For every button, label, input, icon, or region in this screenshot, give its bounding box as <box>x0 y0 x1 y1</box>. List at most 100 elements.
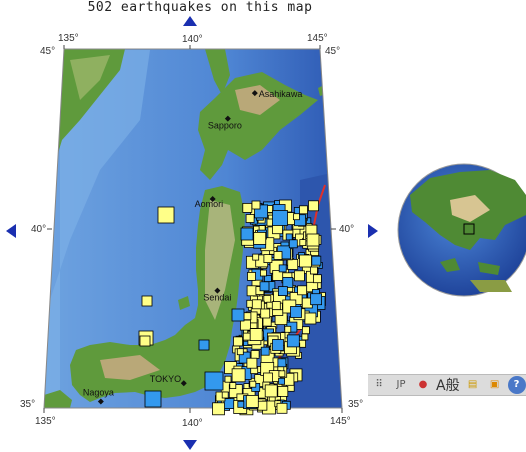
earthquake-marker[interactable] <box>231 308 245 322</box>
earthquake-marker[interactable] <box>268 370 281 383</box>
earthquake-marker[interactable] <box>284 283 294 293</box>
earthquake-marker[interactable] <box>253 225 267 239</box>
earthquake-marker[interactable] <box>275 389 287 401</box>
earthquake-marker[interactable] <box>242 332 251 341</box>
earthquake-marker[interactable] <box>309 266 318 275</box>
earthquake-marker[interactable] <box>278 377 286 385</box>
earthquake-marker[interactable] <box>251 277 263 289</box>
earthquake-marker[interactable] <box>241 232 255 246</box>
earthquake-marker[interactable] <box>249 401 258 411</box>
earthquake-marker[interactable] <box>272 300 283 311</box>
earthquake-marker[interactable] <box>311 289 320 297</box>
earthquake-marker[interactable] <box>234 400 242 408</box>
earthquake-marker[interactable] <box>248 319 259 330</box>
earthquake-marker[interactable] <box>246 402 254 410</box>
earthquake-marker[interactable] <box>244 234 259 249</box>
earthquake-marker[interactable] <box>298 339 307 348</box>
earthquake-marker[interactable] <box>215 391 226 402</box>
earthquake-marker[interactable] <box>243 334 255 347</box>
earthquake-marker[interactable] <box>308 275 322 289</box>
earthquake-marker[interactable] <box>251 200 261 210</box>
earthquake-marker[interactable] <box>248 377 259 388</box>
earthquake-marker[interactable] <box>239 319 251 331</box>
earthquake-marker[interactable] <box>259 253 272 266</box>
earthquake-marker[interactable] <box>253 235 267 249</box>
earthquake-marker[interactable] <box>242 388 256 402</box>
earthquake-marker[interactable] <box>307 262 319 274</box>
earthquake-marker[interactable] <box>247 271 256 281</box>
earthquake-marker[interactable] <box>243 360 256 373</box>
earthquake-marker[interactable] <box>281 272 293 284</box>
earthquake-marker[interactable] <box>256 294 267 305</box>
earthquake-marker[interactable] <box>265 383 275 393</box>
earthquake-marker[interactable] <box>254 261 262 269</box>
earthquake-marker[interactable] <box>248 269 256 277</box>
earthquake-marker[interactable] <box>279 199 292 213</box>
earthquake-marker[interactable] <box>144 390 162 408</box>
earthquake-marker[interactable] <box>272 223 283 235</box>
earthquake-marker[interactable] <box>307 237 320 250</box>
earthquake-marker[interactable] <box>305 232 313 239</box>
earthquake-marker[interactable] <box>278 370 286 378</box>
earthquake-marker[interactable] <box>261 248 271 258</box>
earthquake-marker[interactable] <box>295 303 307 314</box>
help-icon[interactable]: ? <box>507 376 526 394</box>
earthquake-marker[interactable] <box>274 347 284 357</box>
earthquake-marker[interactable] <box>233 392 248 407</box>
earthquake-marker[interactable] <box>288 239 298 249</box>
earthquake-marker[interactable] <box>295 335 304 344</box>
earthquake-marker[interactable] <box>198 339 210 351</box>
earthquake-marker[interactable] <box>299 205 308 215</box>
earthquake-marker[interactable] <box>271 332 286 347</box>
earthquake-marker[interactable] <box>293 206 308 221</box>
earthquake-marker[interactable] <box>277 358 287 368</box>
globe-inset[interactable] <box>397 163 526 297</box>
earthquake-marker[interactable] <box>226 362 237 373</box>
earthquake-marker[interactable] <box>236 348 244 356</box>
earthquake-marker[interactable] <box>284 341 297 355</box>
earthquake-marker[interactable] <box>298 293 308 302</box>
earthquake-marker[interactable] <box>263 372 273 383</box>
earthquake-marker[interactable] <box>293 308 306 321</box>
earthquake-marker[interactable] <box>305 270 318 283</box>
earthquake-marker[interactable] <box>264 204 275 216</box>
earthquake-marker[interactable] <box>282 229 294 241</box>
earthquake-marker[interactable] <box>261 227 274 240</box>
earthquake-marker[interactable] <box>291 346 301 356</box>
earthquake-marker[interactable] <box>245 214 255 223</box>
earthquake-marker[interactable] <box>277 245 292 260</box>
earthquake-marker[interactable] <box>271 219 285 233</box>
earthquake-marker[interactable] <box>228 384 243 399</box>
earthquake-marker[interactable] <box>242 202 253 213</box>
earthquake-marker[interactable] <box>214 402 222 410</box>
earthquake-marker[interactable] <box>269 259 284 274</box>
pan-right-button[interactable] <box>368 224 378 238</box>
earthquake-marker[interactable] <box>311 296 326 310</box>
earthquake-marker[interactable] <box>274 387 282 395</box>
pan-up-button[interactable] <box>183 16 197 26</box>
earthquake-marker[interactable] <box>297 308 311 322</box>
earthquake-marker[interactable] <box>312 256 320 264</box>
earthquake-marker[interactable] <box>240 227 254 241</box>
earthquake-marker[interactable] <box>260 308 271 319</box>
earthquake-marker[interactable] <box>262 381 271 390</box>
earthquake-marker[interactable] <box>299 223 313 236</box>
earthquake-marker[interactable] <box>280 248 293 261</box>
earthquake-marker[interactable] <box>214 395 224 405</box>
earthquake-marker[interactable] <box>233 400 248 414</box>
earthquake-marker[interactable] <box>255 254 269 268</box>
earthquake-marker[interactable] <box>249 288 264 303</box>
earthquake-marker[interactable] <box>250 350 260 359</box>
earthquake-marker[interactable] <box>254 230 264 240</box>
earthquake-marker[interactable] <box>245 394 259 408</box>
earthquake-marker[interactable] <box>259 269 267 277</box>
earthquake-marker[interactable] <box>273 363 288 378</box>
earthquake-marker[interactable] <box>264 326 272 334</box>
earthquake-marker[interactable] <box>311 239 320 248</box>
earthquake-marker[interactable] <box>301 333 309 341</box>
earthquake-marker[interactable] <box>253 233 263 243</box>
earthquake-marker[interactable] <box>299 254 312 268</box>
earthquake-marker[interactable] <box>276 378 287 389</box>
earthquake-marker[interactable] <box>237 400 245 408</box>
earthquake-marker[interactable] <box>265 371 273 379</box>
